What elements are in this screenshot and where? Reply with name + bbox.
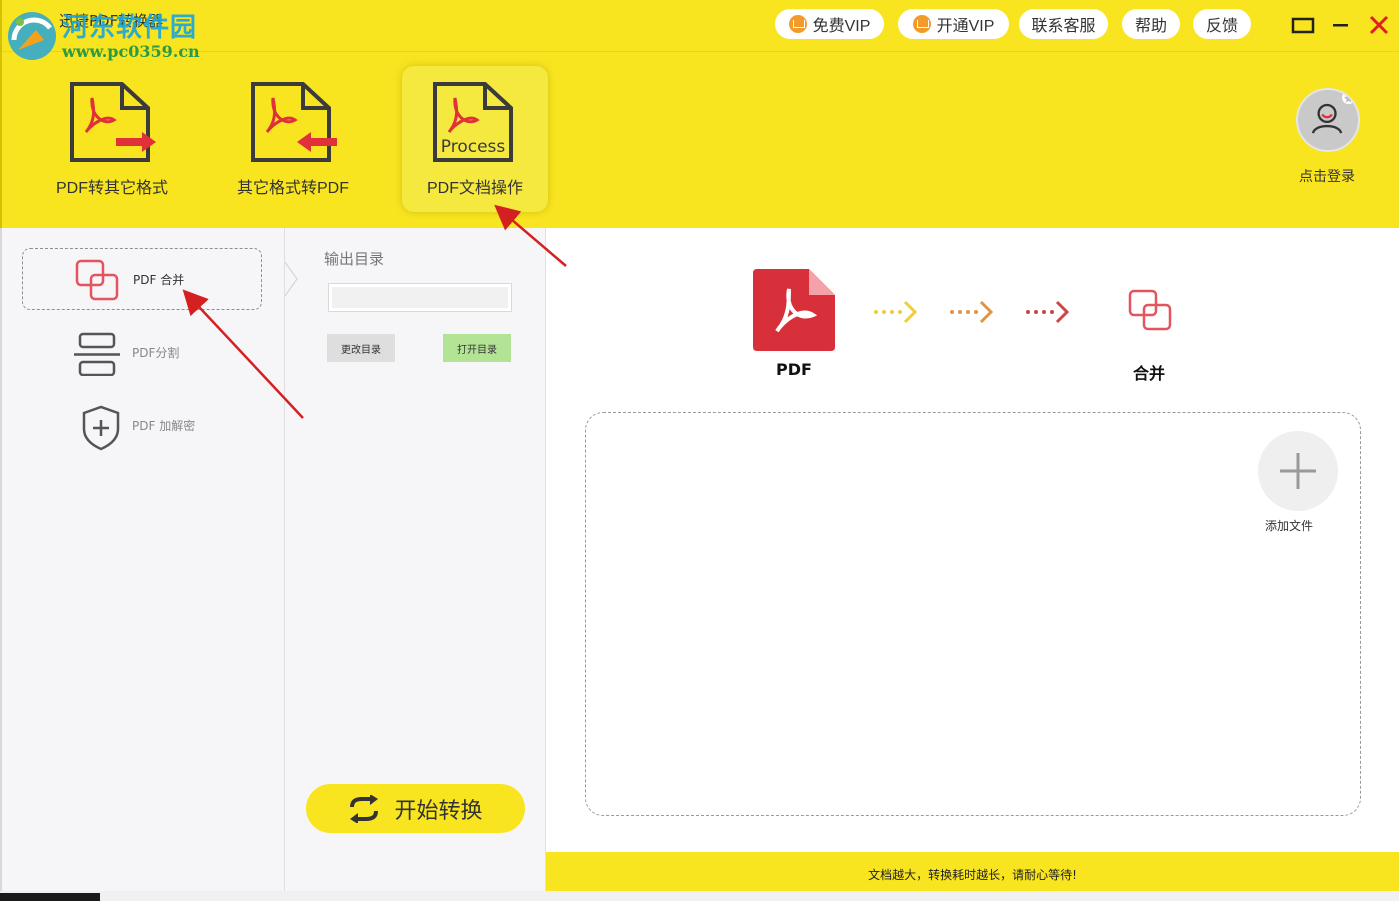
- crown-icon: [912, 15, 931, 33]
- app-logo-icon: [8, 12, 56, 60]
- flow-arrow-3: [1026, 300, 1070, 324]
- user-avatar-icon[interactable]: [1296, 88, 1360, 152]
- header-bar: 迅捷PDF转换器 河东软件园 www.pc0359.cn 免费VIP 开通VIP…: [0, 0, 1399, 228]
- file-drop-area[interactable]: [585, 412, 1361, 816]
- sidebar-item-label: PDF 加解密: [132, 419, 196, 433]
- pdf-export-icon: [70, 82, 156, 162]
- titlebar-divider: [2, 51, 1399, 52]
- help-label: 帮助: [1134, 18, 1167, 35]
- sidebar-item-label: PDF 合并: [133, 273, 185, 287]
- free-vip-label: 免费VIP: [812, 18, 871, 35]
- watermark-site-name: 河东软件园: [62, 13, 198, 43]
- tool-pdf-operations[interactable]: Process PDF文档操作: [402, 66, 548, 212]
- sidebar-item-pdf-encrypt[interactable]: PDF 加解密: [22, 395, 262, 457]
- watermark-url: www.pc0359.cn: [62, 42, 200, 61]
- pdf-file-icon: [753, 269, 835, 351]
- process-icon-text: Process: [441, 137, 506, 157]
- convert-arrows-icon: [350, 794, 379, 823]
- sidebar-item-pdf-merge[interactable]: PDF 合并: [22, 248, 262, 310]
- taskbar: [0, 891, 1399, 901]
- split-icon: [74, 332, 120, 376]
- add-file-button[interactable]: [1258, 431, 1338, 511]
- feedback-button[interactable]: 反馈: [1193, 9, 1251, 39]
- crown-icon: [788, 15, 807, 33]
- flow-arrow-1: [874, 300, 918, 324]
- tool-label: 其它格式转PDF: [236, 180, 349, 197]
- merge-icon: [75, 259, 119, 301]
- shield-icon: [82, 405, 120, 451]
- add-file-label: 添加文件: [1265, 519, 1314, 533]
- flow-target-label: 合并: [1133, 364, 1166, 383]
- status-bar: 文档越大，转换耗时越长，请耐心等待!: [546, 852, 1399, 892]
- close-icon[interactable]: [1366, 12, 1392, 38]
- change-directory-button[interactable]: 更改目录: [327, 334, 395, 362]
- flow-arrows-icon: [874, 300, 1070, 324]
- contact-support-label: 联系客服: [1031, 18, 1096, 35]
- status-message: 文档越大，转换耗时越长，请耐心等待!: [868, 868, 1077, 882]
- output-path-input[interactable]: [332, 287, 508, 308]
- minimize-icon[interactable]: [1328, 12, 1354, 38]
- open-directory-button[interactable]: 打开目录: [443, 334, 511, 362]
- tool-label: PDF文档操作: [426, 180, 523, 197]
- output-directory-label: 输出目录: [324, 250, 385, 268]
- sidebar-item-label: PDF分割: [132, 346, 180, 360]
- flow-arrow-2: [950, 300, 994, 324]
- merge-target-icon: [1128, 289, 1172, 331]
- tool-pdf-to-other[interactable]: PDF转其它格式: [39, 66, 185, 212]
- open-vip-label: 开通VIP: [936, 18, 995, 35]
- tool-other-to-pdf[interactable]: 其它格式转PDF: [220, 66, 366, 212]
- open-vip-button[interactable]: 开通VIP: [898, 9, 1009, 39]
- sidebar-item-pdf-split[interactable]: PDF分割: [22, 322, 262, 384]
- start-convert-label: 开始转换: [394, 797, 483, 823]
- login-label[interactable]: 点击登录: [1299, 166, 1355, 186]
- taskbar-start: [0, 893, 100, 901]
- pdf-process-icon: Process: [433, 82, 513, 162]
- free-vip-button[interactable]: 免费VIP: [775, 9, 884, 39]
- start-convert-button[interactable]: 开始转换: [306, 784, 525, 833]
- tool-label: PDF转其它格式: [55, 180, 168, 197]
- pdf-import-icon: [251, 82, 337, 162]
- flow-source-label: PDF: [776, 360, 812, 379]
- maximize-icon[interactable]: [1290, 12, 1316, 38]
- help-button[interactable]: 帮助: [1122, 9, 1180, 39]
- panel-notch: [284, 262, 298, 296]
- contact-support-button[interactable]: 联系客服: [1019, 9, 1108, 39]
- feedback-label: 反馈: [1205, 18, 1238, 35]
- output-path-field[interactable]: [328, 283, 512, 312]
